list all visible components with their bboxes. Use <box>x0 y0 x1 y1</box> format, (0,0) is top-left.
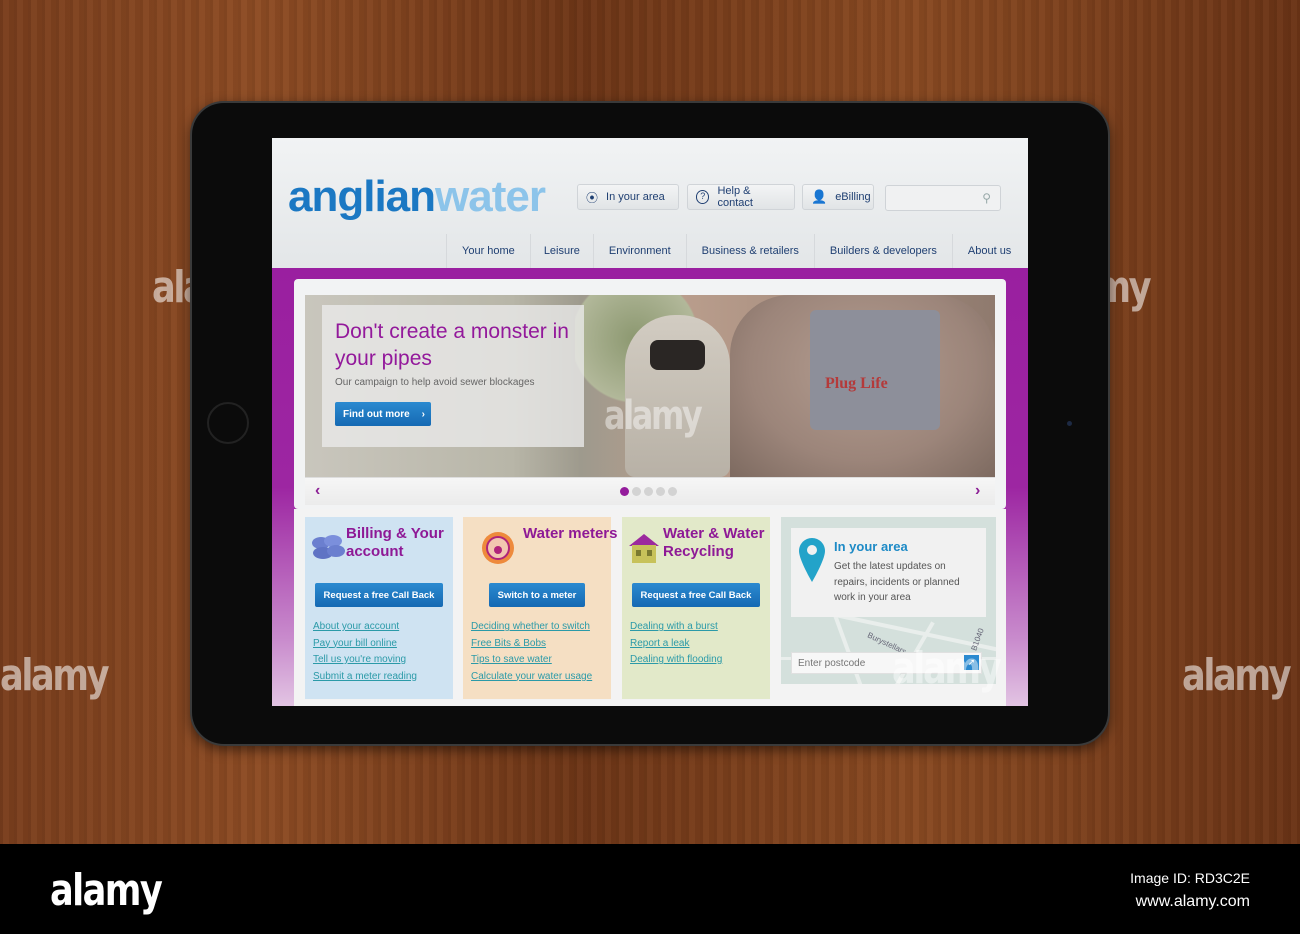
ebilling-button[interactable]: 👤 eBilling <box>802 184 874 210</box>
link-meter-reading[interactable]: Submit a meter reading <box>313 669 417 686</box>
browser-screen: anglianwater ⦿ In your area ? Help & con… <box>272 138 1028 706</box>
watermark-alamy: alamy <box>604 393 703 439</box>
site-header: anglianwater ⦿ In your area ? Help & con… <box>272 138 1028 268</box>
location-signal-icon: ⦿ <box>586 190 599 205</box>
card-water-meters: Water meters Switch to a meter Deciding … <box>463 517 617 699</box>
card-water-recycling: Water & Water Recycling Request a free C… <box>622 517 770 699</box>
hero-title: Don't create a monster in your pipes <box>335 320 569 370</box>
help-bubble-icon: ? <box>696 190 710 204</box>
nav-business-retailers[interactable]: Business & retailers <box>685 234 814 268</box>
in-your-area-button[interactable]: ⦿ In your area <box>577 184 679 210</box>
area-description: Get the latest updates on repairs, incid… <box>834 561 960 603</box>
hero-subtitle: Our campaign to help avoid sewer blockag… <box>335 377 535 388</box>
switch-to-meter-button[interactable]: Switch to a meter <box>489 583 585 607</box>
link-free-bits-bobs[interactable]: Free Bits & Bobs <box>471 636 592 653</box>
next-slide-button[interactable]: › <box>975 482 980 500</box>
map-pin-icon <box>799 538 825 582</box>
water-meter-icon <box>481 531 515 565</box>
chevron-right-icon: › <box>421 408 426 420</box>
search-icon[interactable]: ⚲ <box>982 191 991 205</box>
search-input[interactable]: ⚲ <box>885 185 1001 211</box>
apron-caption: Plug Life <box>825 375 888 392</box>
slide-dot-4[interactable] <box>656 487 665 496</box>
request-callback-button[interactable]: Request a free Call Back <box>315 583 443 607</box>
main-nav: Your home Leisure Environment Business &… <box>446 234 1026 268</box>
link-dealing-burst[interactable]: Dealing with a burst <box>630 619 722 636</box>
house-icon <box>626 531 660 565</box>
slide-dots <box>620 487 677 496</box>
nav-builders-developers[interactable]: Builders & developers <box>813 234 952 268</box>
slider-controls: ‹ › <box>305 477 995 505</box>
area-title: In your area <box>834 539 908 554</box>
nav-about-us[interactable]: About us <box>951 234 1026 268</box>
card-title: Water meters <box>523 525 618 542</box>
watermark-alamy: alamy <box>892 643 1002 694</box>
watermark-alamy: alamy <box>0 650 110 701</box>
prev-slide-button[interactable]: ‹ <box>315 482 320 500</box>
find-out-more-button[interactable]: Find out more › <box>335 402 431 426</box>
card-billing: Billing & Your account Request a free Ca… <box>305 517 453 699</box>
nav-leisure[interactable]: Leisure <box>529 234 593 268</box>
coins-icon <box>309 531 345 565</box>
image-id-label: Image ID: RD3C2E <box>1130 870 1250 886</box>
camera-icon <box>1067 421 1072 426</box>
request-callback-button[interactable]: Request a free Call Back <box>632 583 760 607</box>
link-report-leak[interactable]: Report a leak <box>630 636 722 653</box>
link-tips-save-water[interactable]: Tips to save water <box>471 652 592 669</box>
card-title: Water & Water Recycling <box>663 525 765 560</box>
nav-your-home[interactable]: Your home <box>446 234 530 268</box>
link-dealing-flooding[interactable]: Dealing with flooding <box>630 652 722 669</box>
slide-dot-1[interactable] <box>620 487 629 496</box>
slide-dot-5[interactable] <box>668 487 677 496</box>
alamy-logo: alamy <box>50 865 163 916</box>
home-button[interactable] <box>207 402 249 444</box>
link-about-account[interactable]: About your account <box>313 619 417 636</box>
link-calculate-usage[interactable]: Calculate your water usage <box>471 669 592 686</box>
nav-environment[interactable]: Environment <box>592 234 686 268</box>
link-deciding-switch[interactable]: Deciding whether to switch <box>471 619 592 636</box>
anglian-water-logo[interactable]: anglianwater <box>288 172 546 222</box>
link-pay-bill[interactable]: Pay your bill online <box>313 636 417 653</box>
alamy-url: www.alamy.com <box>1135 893 1250 910</box>
card-title: Billing & Your account <box>346 525 444 560</box>
link-moving[interactable]: Tell us you're moving <box>313 652 417 669</box>
slide-dot-2[interactable] <box>632 487 641 496</box>
watermark-alamy: alamy <box>1182 650 1292 701</box>
help-contact-button[interactable]: ? Help & contact <box>687 184 795 210</box>
watermark-footer <box>0 844 1300 934</box>
slide-dot-3[interactable] <box>644 487 653 496</box>
user-icon: 👤 <box>811 189 828 204</box>
